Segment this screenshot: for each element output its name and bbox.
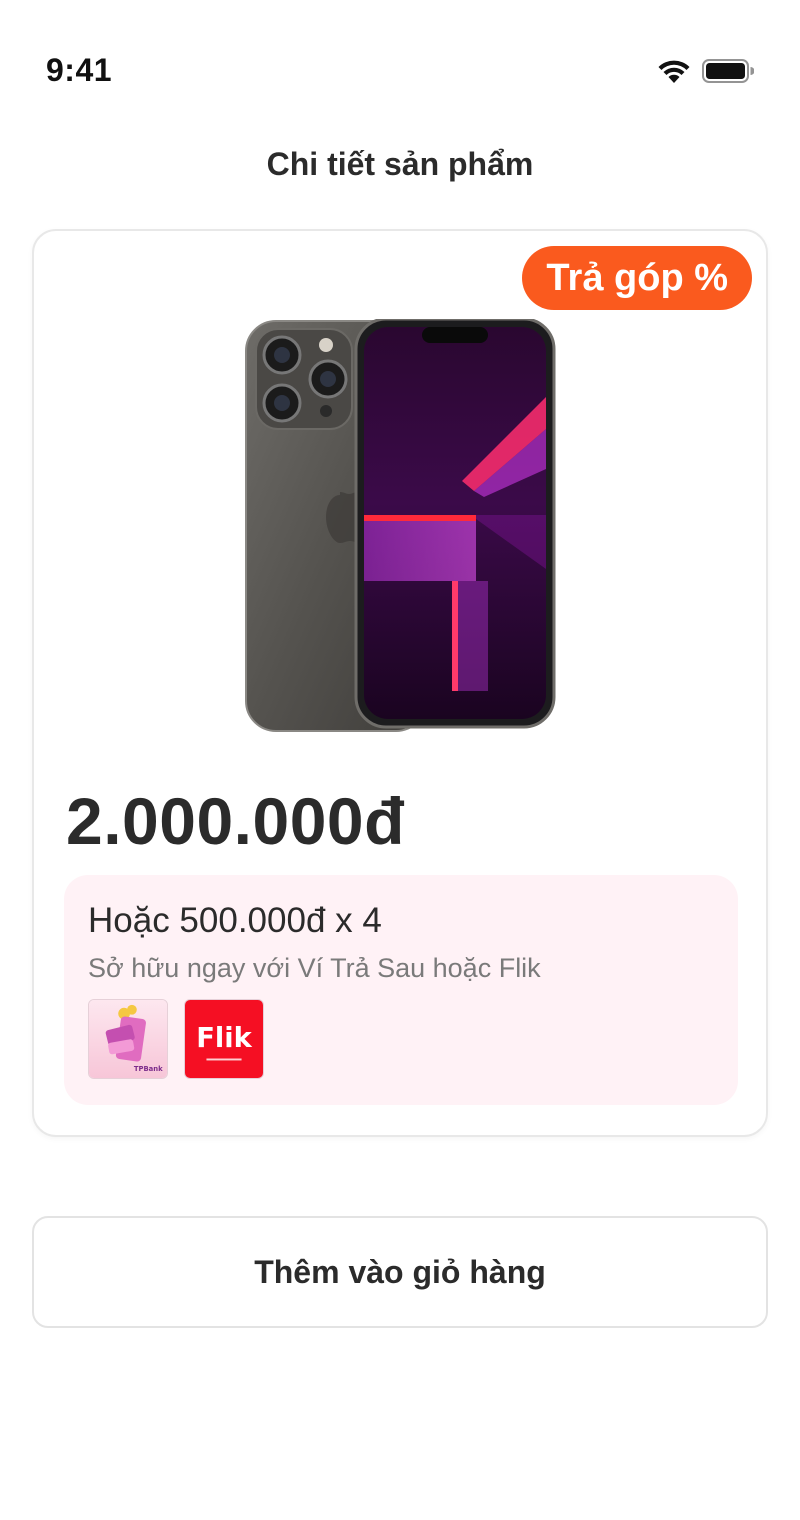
- flik-wordmark: Flik: [196, 1023, 252, 1054]
- wifi-icon: [658, 60, 690, 83]
- provider-logos: TPBank Flik: [88, 999, 264, 1079]
- battery-icon: [702, 59, 754, 83]
- installment-info[interactable]: Hoặc 500.000đ x 4 Sở hữu ngay với Ví Trả…: [64, 875, 738, 1105]
- page-title: Chi tiết sản phẩm: [266, 146, 534, 182]
- add-to-cart-button[interactable]: Thêm vào giỏ hàng: [32, 1216, 768, 1328]
- iphone-product-image: [245, 319, 556, 732]
- installment-badge[interactable]: Trả góp %: [522, 246, 752, 310]
- status-bar: 9:41: [0, 0, 800, 110]
- installment-description: Sở hữu ngay với Ví Trả Sau hoặc Flik: [88, 953, 541, 983]
- installment-amount: Hoặc 500.000đ x 4: [88, 901, 382, 940]
- status-time: 9:41: [46, 52, 113, 88]
- tpbank-caption: TPBank: [134, 1065, 163, 1073]
- flik-logo[interactable]: Flik: [184, 999, 264, 1079]
- product-price: 2.000.000đ: [66, 784, 405, 858]
- tpbank-wallet-logo[interactable]: TPBank: [88, 999, 168, 1079]
- product-card[interactable]: Trả góp % 2.000.000đ Hoặc 500.000đ x 4 S…: [32, 229, 768, 1137]
